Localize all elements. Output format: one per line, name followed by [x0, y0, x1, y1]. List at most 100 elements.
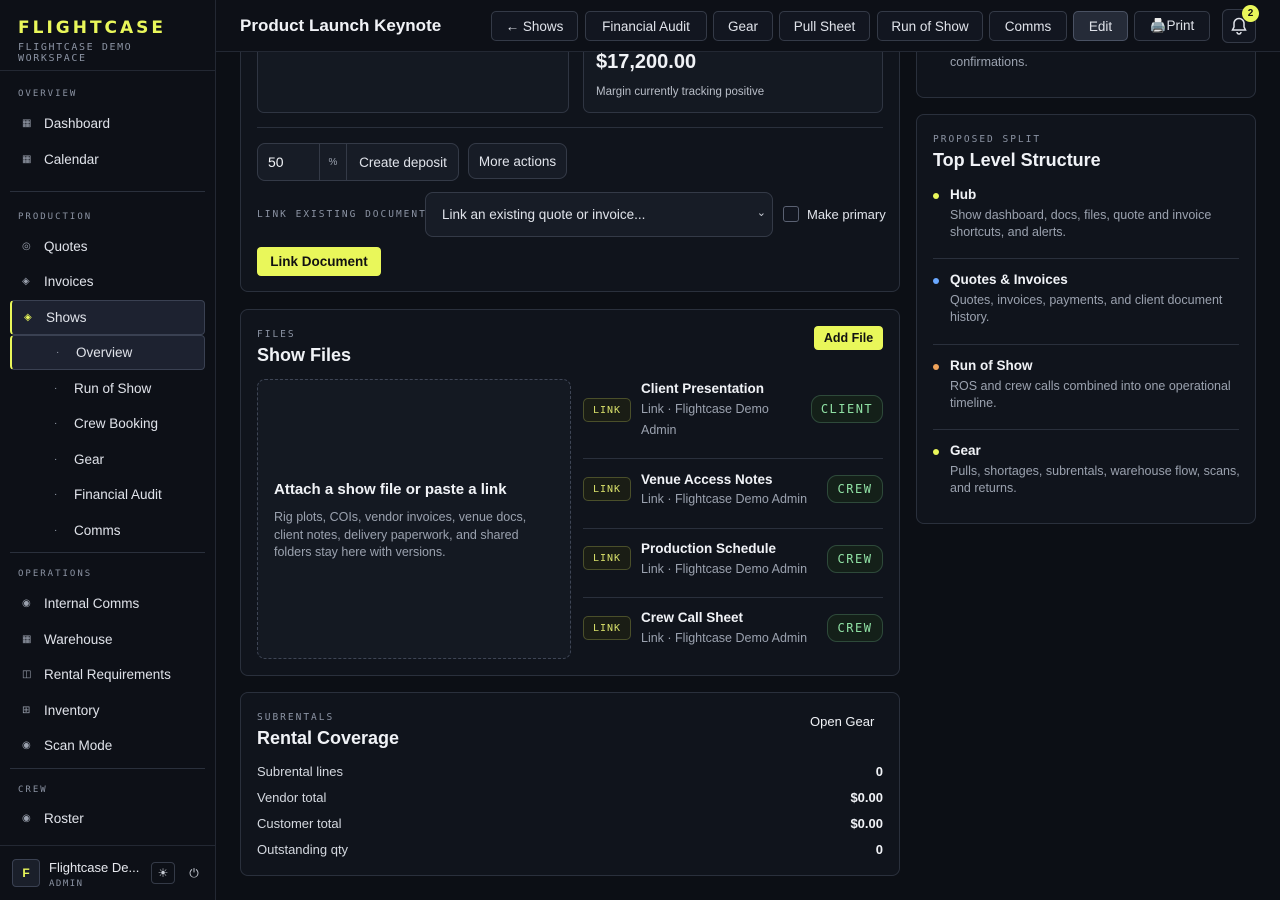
sidebar-subitem-financial-audit[interactable]: · Financial Audit — [10, 477, 205, 512]
sidebar-item-shows[interactable]: ◈ Shows — [10, 300, 205, 335]
print-button[interactable]: 🖨️Print — [1134, 11, 1210, 41]
diamond-icon: ◈ — [24, 312, 32, 323]
gear-button[interactable]: Gear — [713, 11, 773, 41]
file-title[interactable]: Crew Call Sheet — [641, 610, 743, 625]
dropzone-description: Rig plots, COIs, vendor invoices, venue … — [274, 510, 527, 559]
link-document-select[interactable]: Link an existing quote or invoice... ⌄ — [425, 192, 773, 237]
kv-label: Outstanding qty — [257, 842, 349, 857]
divider — [10, 552, 205, 553]
percent-suffix: % — [319, 144, 347, 180]
deposit-percent-input[interactable] — [258, 144, 319, 180]
page-title: Product Launch Keynote — [240, 16, 442, 35]
sidebar-item-label: Shows — [46, 310, 87, 325]
comms-button[interactable]: Comms — [989, 11, 1067, 41]
split-item-title: Run of Show — [950, 358, 1033, 373]
sidebar-item-label: Roster — [44, 811, 84, 826]
file-meta: Link · Flightcase Demo Admin — [641, 402, 769, 437]
sidebar-item-label: Crew Booking — [74, 416, 159, 431]
create-deposit-button[interactable]: Create deposit — [347, 144, 459, 180]
edit-button[interactable]: Edit — [1073, 11, 1128, 41]
kv-value: $0.00 — [850, 816, 883, 831]
theme-toggle-button[interactable]: ☀ — [151, 862, 175, 884]
financial-audit-button[interactable]: Financial Audit — [585, 11, 707, 41]
divider — [933, 429, 1239, 430]
sidebar-item-inventory[interactable]: ⊞ Inventory — [10, 693, 205, 728]
add-file-button[interactable]: Add File — [814, 326, 883, 350]
section-label-operations: OPERATIONS — [18, 569, 93, 579]
sidebar-item-rental-requirements[interactable]: ◫ Rental Requirements — [10, 657, 205, 692]
brand-logo[interactable]: FLIGHTCASE — [18, 18, 197, 38]
sidebar-item-scan-mode[interactable]: ◉ Scan Mode — [10, 728, 205, 763]
status-dot — [933, 278, 939, 284]
deposit-group: % Create deposit — [257, 143, 459, 181]
split-item-run-of-show: Run of Show ROS and crew calls combined … — [933, 358, 1239, 418]
file-title[interactable]: Venue Access Notes — [641, 472, 773, 487]
sidebar-subitem-gear[interactable]: · Gear — [10, 442, 205, 477]
sidebar-subitem-run-of-show[interactable]: · Run of Show — [10, 371, 205, 406]
roster-icon: ◉ — [22, 813, 31, 824]
bullet-icon: · — [54, 418, 58, 429]
subrentals-title: Rental Coverage — [257, 728, 400, 748]
sidebar-subitem-crew-booking[interactable]: · Crew Booking — [10, 406, 205, 441]
split-item-desc: ROS and crew calls combined into one ope… — [950, 379, 1231, 410]
sidebar-item-internal-comms[interactable]: ◉ Internal Comms — [10, 586, 205, 621]
sidebar-item-warehouse[interactable]: ▦ Warehouse — [10, 622, 205, 657]
circle-icon: ◎ — [22, 241, 31, 252]
divider — [583, 528, 883, 529]
sidebar-item-dashboard[interactable]: ▦ Dashboard — [10, 106, 205, 141]
sidebar-item-invoices[interactable]: ◈ Invoices — [10, 264, 205, 299]
sidebar-subitem-comms[interactable]: · Comms — [10, 513, 205, 548]
margin-note: Margin currently tracking positive — [596, 86, 765, 98]
avatar[interactable]: F — [12, 859, 40, 887]
link-existing-label: LINK EXISTING DOCUMENT — [257, 209, 427, 220]
file-title[interactable]: Production Schedule — [641, 541, 776, 556]
file-row[interactable]: LINK Venue Access Notes Link · Flightcas… — [583, 471, 883, 511]
file-row[interactable]: LINK Crew Call Sheet Link · Flightcase D… — [583, 610, 883, 650]
files-eyebrow: FILES — [257, 329, 296, 340]
role-badge: CREW — [827, 545, 883, 573]
sidebar-item-label: Overview — [76, 345, 133, 360]
make-primary-label: Make primary — [807, 207, 886, 222]
margin-amount: $17,200.00 — [596, 51, 697, 73]
kv-value: 0 — [875, 764, 883, 779]
divider — [933, 344, 1239, 345]
split-item-desc: Quotes, invoices, payments, and client d… — [950, 293, 1223, 324]
inventory-grid-icon: ⊞ — [22, 705, 31, 716]
sidebar-item-quotes[interactable]: ◎ Quotes — [10, 229, 205, 264]
logout-button[interactable]: ⏻ — [182, 862, 206, 884]
sidebar-item-roster[interactable]: ◉ Roster — [10, 801, 205, 836]
bullet-icon: · — [56, 347, 60, 358]
sidebar-item-label: Inventory — [44, 703, 100, 718]
file-title[interactable]: Client Presentation — [641, 381, 764, 396]
file-row[interactable]: LINK Production Schedule Link · Flightca… — [583, 540, 883, 580]
file-dropzone[interactable]: Attach a show file or paste a link Rig p… — [257, 379, 571, 659]
make-primary-checkbox[interactable] — [783, 206, 799, 222]
sidebar-item-label: Gear — [74, 452, 105, 467]
section-label-overview: OVERVIEW — [18, 89, 78, 99]
notification-count-badge: 2 — [1242, 5, 1259, 22]
bullet-icon: · — [54, 489, 58, 500]
divider — [10, 768, 205, 769]
dropzone-title: Attach a show file or paste a link — [274, 481, 507, 498]
split-item-desc: Show dashboard, docs, files, quote and i… — [950, 208, 1212, 239]
kv-value: $0.00 — [850, 790, 883, 805]
brand: FLIGHTCASE FLIGHTCASE DEMO WORKSPACE — [0, 0, 215, 71]
link-tag: LINK — [583, 546, 631, 570]
open-gear-link[interactable]: Open Gear — [810, 714, 874, 729]
file-row[interactable]: LINK Client Presentation Link · Flightca… — [583, 380, 883, 440]
split-item-desc: Pulls, shortages, subrentals, warehouse … — [950, 464, 1240, 495]
pull-sheet-button[interactable]: Pull Sheet — [779, 11, 870, 41]
sun-icon: ☀ — [157, 866, 169, 880]
split-item-quotes-invoices: Quotes & Invoices Quotes, invoices, paym… — [933, 272, 1239, 332]
more-actions-button[interactable]: More actions — [468, 143, 567, 179]
status-dot — [933, 449, 939, 455]
sidebar-item-calendar[interactable]: ▦ Calendar — [10, 142, 205, 177]
divider — [583, 458, 883, 459]
link-document-button[interactable]: Link Document — [257, 247, 381, 276]
kv-row: Vendor total $0.00 — [257, 790, 883, 806]
run-of-show-button[interactable]: Run of Show — [877, 11, 983, 41]
sidebar-subitem-overview[interactable]: · Overview — [10, 335, 205, 370]
kv-label: Vendor total — [257, 790, 327, 805]
back-to-shows-button[interactable]: ← Shows — [491, 11, 578, 41]
kv-value: 0 — [875, 842, 883, 857]
